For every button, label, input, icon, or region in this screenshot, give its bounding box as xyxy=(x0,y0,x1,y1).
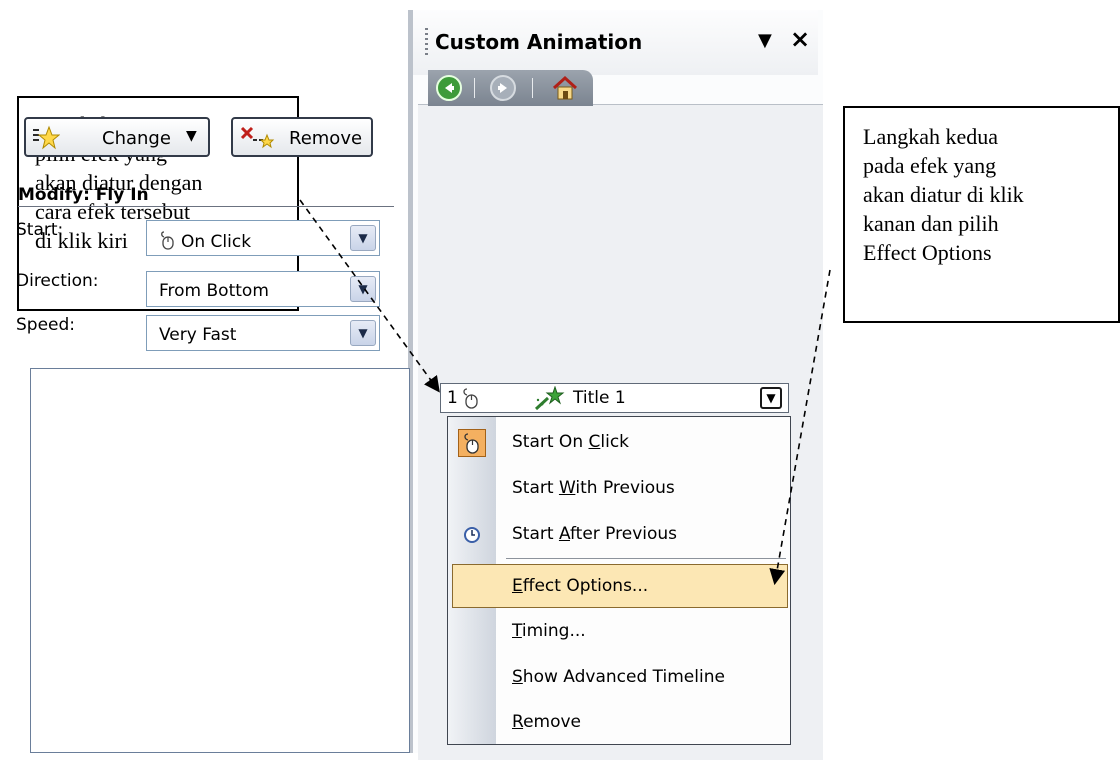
arrow-step-one xyxy=(299,199,440,393)
annotation-arrows xyxy=(299,199,831,586)
arrow-step-two xyxy=(769,269,831,586)
